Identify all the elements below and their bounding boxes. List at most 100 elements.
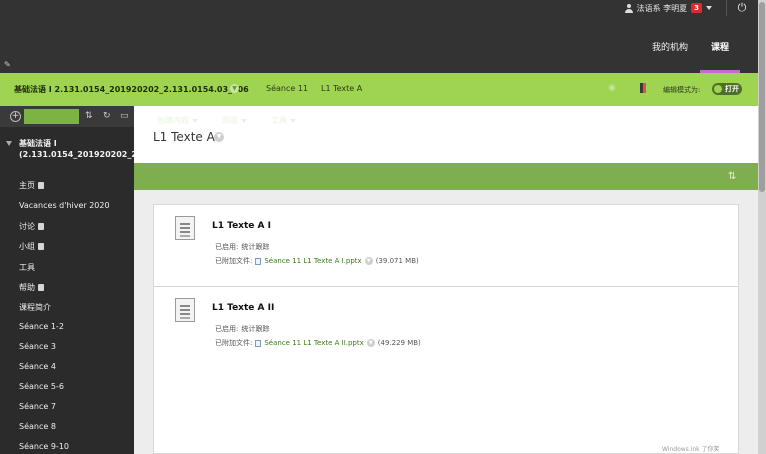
sidebar-item-help[interactable]: 帮助 xyxy=(19,282,44,293)
content-area: L1 Texte A ▼ 创建内容 测验 工具 ⇅ L1 Texte A I 已… xyxy=(134,106,758,454)
sidebar-toolbar: + ⇅ ↻ ▭ xyxy=(0,106,134,127)
pin-icon[interactable]: ✎ xyxy=(4,60,11,69)
action-label: 测验 xyxy=(222,116,238,125)
edit-mode-toggle[interactable]: 打开 xyxy=(712,83,742,95)
user-menu[interactable]: 法语系 李明夏 3 xyxy=(624,2,712,14)
item-attachment: 已附加文件: Séance 11 L1 Texte A II.pptx ▼ (4… xyxy=(215,338,421,348)
meta-value: 统计跟踪 xyxy=(241,243,270,251)
course-menu-sidebar: + ⇅ ↻ ▭ 基础法语 I (2.131.0154_201920202_2.1… xyxy=(0,106,221,454)
page-icon xyxy=(38,243,44,250)
item-attachment: 已附加文件: Séance 11 L1 Texte A I.pptx ▼ (39… xyxy=(215,256,419,266)
meta-label: 已附加文件: xyxy=(215,339,253,347)
chevron-down-icon xyxy=(192,118,198,123)
meta-label: 已附加文件: xyxy=(215,257,253,265)
build-content-menu[interactable]: 创建内容 xyxy=(157,115,198,126)
course-title[interactable]: 基础法语 I 2.131.0154_201920202_2.131.0154.0… xyxy=(14,84,249,95)
chevron-down-icon xyxy=(290,118,296,123)
top-navigation-bar: 法语系 李明夏 3 ⏻ 我的机构 课程 ✎ xyxy=(0,0,758,73)
sidebar-item-label: Séance 3 xyxy=(19,342,56,351)
sidebar-item-label: Séance 9-10 xyxy=(19,442,69,451)
watermark-text: Windows.ink 了你笑 xyxy=(662,446,720,453)
sidebar-item-discussion[interactable]: 讨论 xyxy=(19,221,44,232)
page-icon xyxy=(38,223,44,230)
chevron-down-icon[interactable]: ▼ xyxy=(214,132,224,142)
attachment-icon xyxy=(255,339,262,347)
user-icon xyxy=(624,3,633,13)
page-title: L1 Texte A xyxy=(153,130,215,144)
item-title[interactable]: L1 Texte A II xyxy=(212,303,274,313)
sidebar-item-label: Vacances d'hiver 2020 xyxy=(19,201,110,210)
menu-search-box[interactable] xyxy=(24,109,79,124)
sidebar-item-seance-3[interactable]: Séance 3 xyxy=(19,342,56,351)
meta-label: 已启用: xyxy=(215,325,239,333)
tab-courses[interactable]: 课程 xyxy=(711,40,729,53)
list-item: L1 Texte A I 已启用: 统计跟踪 已附加文件: Séance 11 … xyxy=(154,205,738,287)
sidebar-item-seance-8[interactable]: Séance 8 xyxy=(19,422,56,431)
sidebar-item-course-intro[interactable]: 课程简介 xyxy=(19,302,51,313)
sidebar-item-label: Séance 4 xyxy=(19,362,56,371)
sidebar-item-label: 小组 xyxy=(19,242,35,251)
folder-view-icon[interactable]: ▭ xyxy=(120,111,129,121)
attachment-link[interactable]: Séance 11 L1 Texte A I.pptx xyxy=(264,257,361,265)
sidebar-item-label: Séance 8 xyxy=(19,422,56,431)
page-icon xyxy=(38,284,44,291)
sidebar-item-seance-4[interactable]: Séance 4 xyxy=(19,362,56,371)
sidebar-item-label: 帮助 xyxy=(19,283,35,292)
page-icon xyxy=(38,182,44,189)
item-title[interactable]: L1 Texte A I xyxy=(212,221,271,231)
color-palette-icon[interactable] xyxy=(640,83,648,93)
sidebar-item-label: 课程简介 xyxy=(19,303,51,312)
edit-mode-label: 编辑模式为: xyxy=(663,86,701,94)
meta-value: 统计跟踪 xyxy=(241,325,270,333)
chevron-down-icon xyxy=(241,118,247,123)
sidebar-item-label: Séance 5-6 xyxy=(19,382,64,391)
refresh-icon[interactable]: ↻ xyxy=(103,111,111,121)
student-preview-icon[interactable]: ◉ xyxy=(608,84,620,93)
item-tracking: 已启用: 统计跟踪 xyxy=(215,242,269,252)
power-icon[interactable]: ⏻ xyxy=(734,1,750,15)
attachment-icon xyxy=(255,257,262,265)
reorder-icon[interactable]: ⇅ xyxy=(728,171,736,182)
sidebar-item-seance-7[interactable]: Séance 7 xyxy=(19,402,56,411)
breadcrumb-current: L1 Texte A xyxy=(321,84,363,93)
meta-label: 已启用: xyxy=(215,243,239,251)
assessments-menu[interactable]: 测验 xyxy=(222,115,247,126)
sidebar-item-tools[interactable]: 工具 xyxy=(19,262,35,273)
add-menu-item-icon[interactable]: + xyxy=(10,111,21,122)
sidebar-item-seance-1-2[interactable]: Séance 1-2 xyxy=(19,322,64,331)
file-size: (49.229 MB) xyxy=(377,339,421,347)
sidebar-item-seance-5-6[interactable]: Séance 5-6 xyxy=(19,382,64,391)
item-tracking: 已启用: 统计跟踪 xyxy=(215,324,269,334)
action-label: 创建内容 xyxy=(157,116,189,125)
sidebar-course-title[interactable]: 基础法语 I (2.131.0154_201920202_2.131.0154.… xyxy=(19,138,221,160)
user-name: 法语系 李明夏 xyxy=(636,3,688,13)
chevron-down-icon[interactable]: ▼ xyxy=(366,339,375,347)
attachment-link[interactable]: Séance 11 L1 Texte A II.pptx xyxy=(264,339,363,347)
sidebar-item-label: 主页 xyxy=(19,181,35,190)
scrollbar-thumb[interactable] xyxy=(759,2,765,192)
sidebar-item-groups[interactable]: 小组 xyxy=(19,241,44,252)
content-list: L1 Texte A I 已启用: 统计跟踪 已附加文件: Séance 11 … xyxy=(153,204,739,454)
sidebar-item-home[interactable]: 主页 xyxy=(19,180,44,191)
chevron-down-icon[interactable]: ▼ xyxy=(364,257,373,265)
action-label: 工具 xyxy=(271,116,287,125)
file-size: (39.071 MB) xyxy=(375,257,419,265)
breadcrumb-seance[interactable]: Séance 11 xyxy=(266,84,308,93)
chevron-down-icon xyxy=(706,6,712,10)
sidebar-item-label: 讨论 xyxy=(19,222,35,231)
sidebar-item-seance-9-10[interactable]: Séance 9-10 xyxy=(19,442,69,451)
action-bar xyxy=(134,163,758,190)
tools-menu[interactable]: 工具 xyxy=(271,115,296,126)
course-header-bar: 基础法语 I 2.131.0154_201920202_2.131.0154.0… xyxy=(0,73,758,106)
collapse-triangle-icon[interactable] xyxy=(6,141,12,146)
sidebar-item-label: 工具 xyxy=(19,263,35,272)
presentation-file-icon xyxy=(175,298,195,322)
list-item: L1 Texte A II 已启用: 统计跟踪 已附加文件: Séance 11… xyxy=(154,287,738,369)
divider xyxy=(726,0,727,16)
sidebar-item-label: Séance 7 xyxy=(19,402,56,411)
reorder-icon[interactable]: ⇅ xyxy=(85,111,93,121)
tab-my-institution[interactable]: 我的机构 xyxy=(652,40,688,53)
presentation-file-icon xyxy=(175,216,195,240)
sidebar-item-vacances[interactable]: Vacances d'hiver 2020 xyxy=(19,201,110,210)
chevron-down-icon[interactable]: ▼ xyxy=(230,84,239,93)
